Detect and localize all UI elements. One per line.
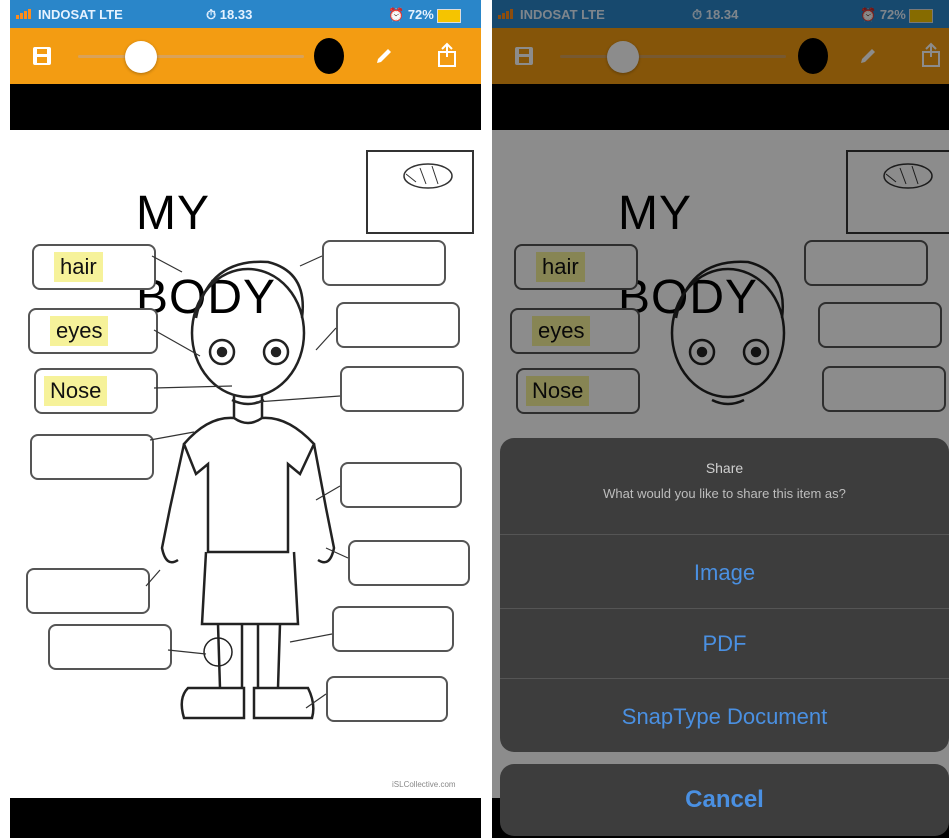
cancel-button[interactable]: Cancel xyxy=(500,764,949,836)
color-picker-button[interactable] xyxy=(314,38,344,74)
status-bar: INDOSAT LTE ⏱ 18.33 ⏰ 72% xyxy=(10,0,481,28)
battery-indicator: ⏰ 72% xyxy=(388,7,461,23)
share-sheet-subtitle: What would you like to share this item a… xyxy=(603,486,846,501)
share-option-image[interactable]: Image xyxy=(500,560,949,586)
divider xyxy=(500,534,949,535)
left-phone-screen: INDOSAT LTE ⏱ 18.33 ⏰ 72% MY BODY hair e… xyxy=(10,0,481,838)
status-time: ⏱ 18.33 xyxy=(206,7,253,22)
share-action-sheet: Share What would you like to share this … xyxy=(500,438,949,752)
battery-icon xyxy=(436,8,461,23)
signal-icon xyxy=(16,9,34,19)
pointer-arrows xyxy=(145,255,349,709)
share-icon[interactable] xyxy=(436,42,458,68)
carrier-label: INDOSAT LTE xyxy=(38,7,123,22)
save-icon[interactable] xyxy=(32,46,52,66)
credit-text: iSLCollective.com xyxy=(392,780,456,789)
share-option-snaptype-document[interactable]: SnapType Document xyxy=(500,704,949,730)
worksheet-canvas[interactable]: MY BODY hair eyes Nose iSLCollective.com xyxy=(10,130,481,798)
right-phone-screen: INDOSAT LTE ⏱ 18.34 ⏰ 72% MY BODY hair e… xyxy=(492,0,949,838)
top-black-bar xyxy=(10,84,481,130)
divider xyxy=(500,678,949,679)
brush-size-slider[interactable] xyxy=(78,55,304,58)
divider xyxy=(500,608,949,609)
drawing-toolbar xyxy=(10,28,481,84)
brush-size-thumb[interactable] xyxy=(125,41,157,73)
share-option-pdf[interactable]: PDF xyxy=(500,631,949,657)
bottom-black-bar xyxy=(10,798,481,838)
share-sheet-title: Share xyxy=(705,460,744,476)
pencil-icon[interactable] xyxy=(374,46,394,66)
